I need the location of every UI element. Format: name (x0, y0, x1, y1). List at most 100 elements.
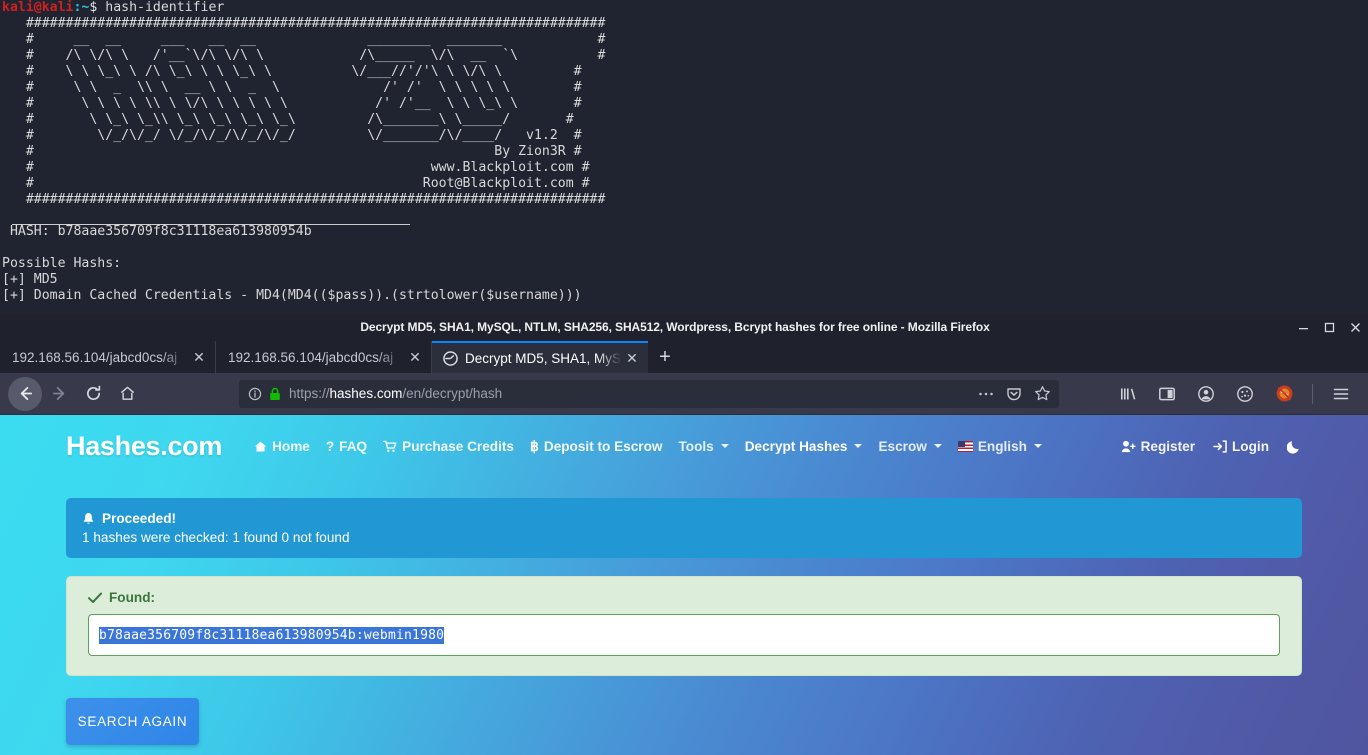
terminal-prompt-path: :~ (73, 0, 90, 15)
terminal-possible-2: [+] Domain Cached Credentials - MD4(MD4(… (2, 288, 582, 303)
forward-button-icon[interactable] (42, 377, 76, 411)
page-actions-ellipsis-icon[interactable] (973, 382, 999, 406)
alert-found: Found: b78aae356709f8c31118ea613980954b:… (66, 576, 1302, 676)
cookie-icon[interactable] (1230, 379, 1260, 409)
terminal-command: hash-identifier (105, 0, 225, 15)
nav-item-register[interactable]: Register (1121, 439, 1195, 454)
nav-label: FAQ (339, 438, 368, 454)
url-text: https://hashes.com/en/decrypt/hash (289, 386, 973, 401)
nav-label: Home (272, 438, 310, 454)
url-host: hashes.com (329, 386, 403, 401)
found-result-value[interactable]: b78aae356709f8c31118ea613980954b:webmin1… (99, 626, 445, 644)
tab-strip: 192.168.56.104/jabcd0cs/aj ✕ 192.168.56.… (0, 339, 1368, 373)
back-button-icon[interactable] (8, 376, 42, 411)
nav-item-language[interactable]: English (957, 438, 1042, 454)
nav-label: English (977, 438, 1027, 454)
nav-label: Login (1232, 438, 1269, 454)
tab-close-icon[interactable]: ✕ (405, 347, 425, 367)
terminal-possible-header: Possible Hashs: (2, 256, 122, 271)
search-again-button[interactable]: SEARCH AGAIN (66, 698, 199, 745)
nav-item-tools[interactable]: Tools (678, 438, 729, 454)
nav-item-escrow[interactable]: Escrow (878, 438, 942, 454)
nav-label: Escrow (878, 438, 927, 454)
nav-label: Tools (678, 438, 714, 454)
nav-item-faq[interactable]: ? FAQ (326, 439, 367, 454)
user-plus-icon (1121, 440, 1136, 453)
sidebar-icon[interactable] (1152, 379, 1182, 409)
terminal-possible-1: [+] MD5 (2, 272, 58, 287)
chevron-down-icon (720, 444, 729, 448)
tab-label: 192.168.56.104/jabcd0cs/aj (228, 349, 394, 365)
web-page-content: Hashes.com Home ? FAQ Purchase Credits ฿… (0, 415, 1368, 755)
bell-icon (82, 512, 95, 526)
reload-button-icon[interactable] (76, 377, 110, 411)
site-nav-items: Home ? FAQ Purchase Credits ฿ Deposit to… (254, 438, 1042, 455)
new-tab-button[interactable]: + (648, 341, 682, 373)
pocket-icon[interactable] (1001, 382, 1027, 406)
alert-proceeded-title: Proceeded! (102, 511, 177, 526)
flag-us-icon (957, 440, 973, 452)
nav-item-decrypt-hashes[interactable]: Decrypt Hashes (745, 439, 863, 454)
account-icon[interactable] (1191, 379, 1221, 409)
cart-icon (383, 440, 397, 453)
library-icon[interactable] (1113, 379, 1143, 409)
page-info-icon[interactable] (248, 387, 262, 401)
alert-proceeded-body: 1 hashes were checked: 1 found 0 not fou… (82, 530, 350, 545)
ublock-origin-icon[interactable] (1269, 379, 1299, 409)
bookmark-star-icon[interactable] (1029, 382, 1055, 406)
lock-icon[interactable] (269, 387, 281, 401)
found-result-field[interactable]: b78aae356709f8c31118ea613980954b:webmin1… (88, 614, 1280, 656)
window-close-button[interactable] (1342, 315, 1368, 339)
terminal-divider (12, 224, 410, 225)
nav-item-deposit-to-escrow[interactable]: ฿ Deposit to Escrow (530, 438, 663, 455)
terminal-hash-line: HASH: b78aae356709f8c31118ea613980954b (2, 224, 312, 239)
firefox-window: Decrypt MD5, SHA1, MySQL, NTLM, SHA256, … (0, 315, 1368, 755)
browser-navigation-toolbar: https://hashes.com/en/decrypt/hash (0, 373, 1368, 414)
window-minimize-button[interactable] (1290, 315, 1316, 339)
site-navbar: Hashes.com Home ? FAQ Purchase Credits ฿… (0, 415, 1368, 477)
nav-label: Register (1140, 438, 1195, 454)
window-maximize-button[interactable] (1316, 315, 1342, 339)
dark-mode-toggle[interactable] (1287, 439, 1302, 454)
url-prefix: https:// (289, 386, 330, 401)
nav-label: Purchase Credits (402, 438, 514, 454)
hamburger-menu-icon[interactable] (1326, 379, 1356, 409)
moon-icon (1287, 439, 1302, 454)
found-title: Found: (109, 590, 156, 605)
terminal-ascii-banner: ########################################… (25, 16, 606, 207)
sign-in-icon (1213, 439, 1227, 453)
alert-proceeded-title-row: Proceeded! (82, 511, 1286, 526)
chevron-down-icon (854, 444, 863, 448)
question-icon: ? (325, 438, 335, 454)
page-main-content: Proceeded! 1 hashes were checked: 1 foun… (0, 498, 1368, 745)
toolbar-right-group (1059, 379, 1360, 409)
check-icon (88, 592, 102, 604)
terminal-prompt-user: kali@kali (2, 0, 74, 15)
window-title: Decrypt MD5, SHA1, MySQL, NTLM, SHA256, … (360, 320, 990, 334)
tab-close-icon[interactable]: ✕ (622, 348, 642, 368)
browser-tab-3-active[interactable]: Decrypt MD5, SHA1, MyS ✕ (432, 341, 648, 373)
alert-proceeded: Proceeded! 1 hashes were checked: 1 foun… (66, 498, 1302, 558)
tab-label: 192.168.56.104/jabcd0cs/aj (12, 349, 178, 365)
window-titlebar: Decrypt MD5, SHA1, MySQL, NTLM, SHA256, … (0, 315, 1368, 339)
nav-label: Deposit to Escrow (543, 438, 663, 454)
browser-tab-1[interactable]: 192.168.56.104/jabcd0cs/aj ✕ (0, 341, 216, 373)
tab-label: Decrypt MD5, SHA1, MyS (465, 350, 622, 366)
nav-item-home[interactable]: Home (254, 439, 310, 454)
chevron-down-icon (1033, 444, 1042, 448)
terminal-prompt-line: kali@kali:~$ hash-identifier (0, 0, 1368, 16)
home-icon (254, 440, 267, 453)
site-brand-logo[interactable]: Hashes.com (66, 431, 222, 462)
url-path: /en/decrypt/hash (402, 386, 503, 401)
site-nav-account-group: Register Login (1121, 439, 1302, 454)
nav-item-purchase-credits[interactable]: Purchase Credits (383, 439, 514, 454)
chevron-down-icon (933, 444, 942, 448)
bitcoin-icon: ฿ (529, 437, 539, 454)
home-button-icon[interactable] (110, 377, 144, 411)
terminal-prompt-symbol: $ (89, 0, 106, 15)
tab-close-icon[interactable]: ✕ (189, 347, 209, 367)
browser-tab-2[interactable]: 192.168.56.104/jabcd0cs/aj ✕ (216, 341, 432, 373)
toolbar-divider (1312, 383, 1313, 404)
nav-item-login[interactable]: Login (1213, 439, 1269, 454)
url-bar[interactable]: https://hashes.com/en/decrypt/hash (239, 379, 1059, 408)
